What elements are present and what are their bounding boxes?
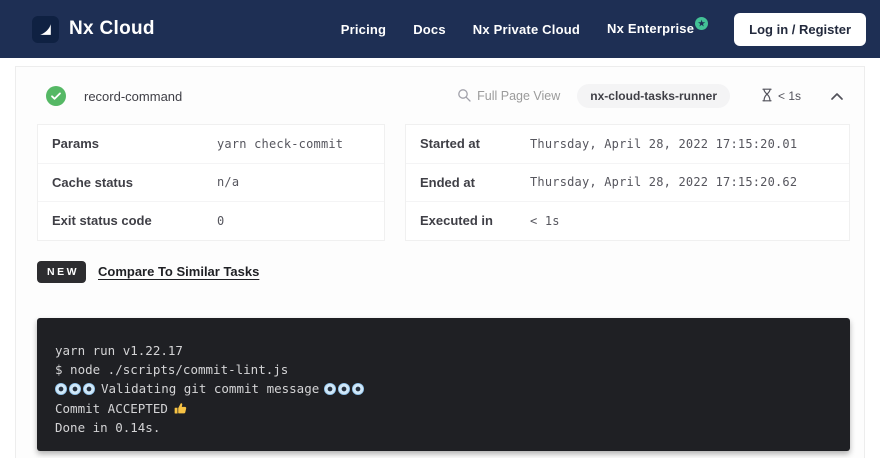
terminal-line: Commit ACCEPTED [55, 399, 832, 418]
new-badge: NEW [37, 261, 86, 283]
terminal-line: Done in 0.14s. [55, 418, 832, 437]
nx-sail-icon [32, 16, 59, 43]
task-detail-tables: Paramsyarn check-commitCache statusn/aEx… [16, 124, 864, 241]
terminal-text: Done in 0.14s. [55, 420, 160, 435]
hourglass-icon [761, 88, 773, 105]
compare-row: NEW Compare To Similar Tasks [37, 261, 864, 283]
task-status-group: record-command [46, 86, 182, 106]
check-circle-icon [46, 86, 66, 106]
eyes-icon [83, 383, 95, 395]
task-header-row: record-command Full Page View nx-cloud-t… [16, 67, 864, 124]
detail-row-cache-status: Cache statusn/a [38, 164, 384, 203]
magnifier-icon [457, 88, 471, 105]
terminal-text: Validating git commit message [101, 381, 319, 396]
eyes-icon [55, 383, 67, 395]
detail-value: < 1s [530, 214, 560, 228]
top-nav: Nx Cloud Pricing Docs Nx Private Cloud Nx E… [0, 0, 880, 58]
thumbs-up-icon [174, 402, 187, 415]
nx-cloud-logo[interactable]: Nx Cloud [32, 16, 155, 43]
main-nav: Pricing Docs Nx Private Cloud Nx Enterprise… [341, 13, 866, 46]
full-page-view-button[interactable]: Full Page View [457, 88, 560, 105]
detail-label: Executed in [420, 213, 530, 228]
eyes-icon [352, 383, 364, 395]
collapse-task-button[interactable] [828, 87, 846, 106]
full-page-view-label: Full Page View [477, 89, 560, 103]
nav-link-nx-enterprise[interactable]: Nx Enterprise★ [607, 21, 708, 38]
detail-row-started-at: Started atThursday, April 28, 2022 17:15… [406, 125, 849, 164]
nav-links: Pricing Docs Nx Private Cloud Nx Enterprise… [341, 21, 708, 38]
nav-link-docs[interactable]: Docs [413, 22, 446, 37]
terminal-text: yarn run v1.22.17 [55, 343, 183, 358]
task-timing-table: Started atThursday, April 28, 2022 17:15… [405, 124, 850, 241]
detail-row-exit-status-code: Exit status code0 [38, 202, 384, 240]
detail-value: n/a [217, 175, 239, 189]
eyes-icon [69, 383, 81, 395]
detail-value: Thursday, April 28, 2022 17:15:20.01 [530, 137, 797, 151]
nav-link-pricing[interactable]: Pricing [341, 22, 386, 37]
detail-row-params: Paramsyarn check-commit [38, 125, 384, 164]
logo-text: Nx Cloud [69, 18, 155, 40]
detail-value: yarn check-commit [217, 137, 343, 151]
eyes-icon [338, 383, 350, 395]
task-card: record-command Full Page View nx-cloud-t… [15, 66, 865, 458]
detail-label: Started at [420, 136, 530, 151]
terminal-output: yarn run v1.22.17 $ node ./scripts/commit… [37, 318, 850, 451]
login-register-button[interactable]: Log in / Register [734, 13, 866, 46]
terminal-line: $ node ./scripts/commit-lint.js [55, 360, 832, 379]
detail-label: Params [52, 136, 217, 151]
chevron-up-icon [830, 89, 844, 104]
detail-row-executed-in: Executed in< 1s [406, 202, 849, 240]
detail-value: 0 [217, 214, 224, 228]
terminal-line: yarn run v1.22.17 [55, 341, 832, 360]
detail-label: Exit status code [52, 213, 217, 228]
detail-value: Thursday, April 28, 2022 17:15:20.62 [530, 175, 797, 189]
detail-label: Ended at [420, 175, 530, 190]
terminal-text: $ node ./scripts/commit-lint.js [55, 362, 288, 377]
eyes-icon [324, 383, 336, 395]
duration-group: < 1s [761, 88, 801, 105]
terminal-line: Validating git commit message [55, 379, 832, 398]
nav-link-nx-private-cloud[interactable]: Nx Private Cloud [473, 22, 580, 37]
runner-badge: nx-cloud-tasks-runner [577, 84, 730, 108]
detail-label: Cache status [52, 175, 217, 190]
compare-to-similar-tasks-link[interactable]: Compare To Similar Tasks [98, 264, 259, 279]
task-name: record-command [84, 89, 182, 104]
duration-value: < 1s [778, 89, 801, 103]
task-params-table: Paramsyarn check-commitCache statusn/aEx… [37, 124, 385, 241]
detail-row-ended-at: Ended atThursday, April 28, 2022 17:15:2… [406, 164, 849, 203]
task-actions-group: Full Page View nx-cloud-tasks-runner < 1… [457, 84, 846, 108]
terminal-text: Commit ACCEPTED [55, 401, 168, 416]
star-icon: ★ [695, 17, 708, 30]
